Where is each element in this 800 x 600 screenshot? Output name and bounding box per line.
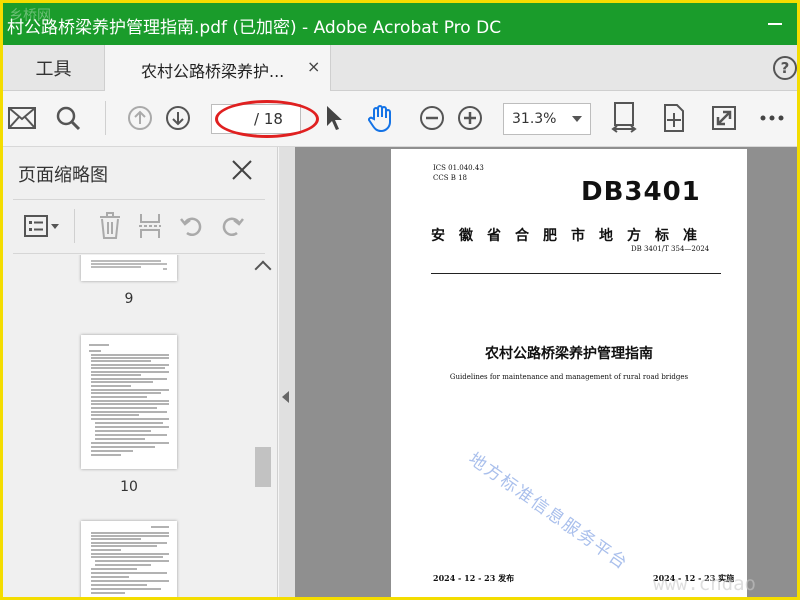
ics-code: ICS 01.040.43 CCS B 18 bbox=[433, 163, 484, 183]
corner-watermark: www.chdao bbox=[653, 573, 756, 595]
rotate-left-icon[interactable] bbox=[177, 211, 207, 241]
thumbnail-label: 9 bbox=[124, 291, 134, 307]
publish-date: 2024 - 12 - 23 发布 bbox=[433, 573, 515, 583]
more-icon[interactable] bbox=[757, 103, 787, 133]
standard-code: DB 3401/T 354—2024 bbox=[631, 245, 710, 253]
chevron-down-icon bbox=[572, 116, 582, 122]
thumbnail-list: 9 10 bbox=[3, 255, 253, 597]
search-icon[interactable] bbox=[53, 103, 83, 133]
help-icon[interactable]: ? bbox=[773, 56, 797, 80]
minimize-button[interactable] bbox=[765, 13, 785, 33]
tab-document[interactable]: 农村公路桥梁养护... × bbox=[105, 45, 331, 91]
document-view[interactable]: ICS 01.040.43 CCS B 18 DB3401 安徽省合肥市地方标准… bbox=[295, 147, 797, 597]
mail-icon[interactable] bbox=[7, 103, 37, 133]
zoom-select[interactable]: 31.3% bbox=[503, 103, 591, 135]
rotate-right-icon[interactable] bbox=[217, 211, 247, 241]
page-up-icon[interactable] bbox=[125, 103, 155, 133]
fit-page-icon[interactable] bbox=[609, 102, 639, 133]
zoom-in-icon[interactable] bbox=[455, 103, 485, 133]
highlight-annotation-oval bbox=[215, 100, 319, 138]
issuer-heading: 安徽省合肥市地方标准 bbox=[431, 228, 711, 244]
thumbnail-toolbar bbox=[3, 203, 278, 249]
thumbnail-options-icon[interactable] bbox=[23, 211, 63, 241]
ccs-line: CCS B 18 bbox=[433, 174, 468, 182]
document-title: 农村公路桥梁养护管理指南 bbox=[485, 346, 653, 362]
insert-page-icon[interactable] bbox=[135, 211, 165, 241]
pdf-page: ICS 01.040.43 CCS B 18 DB3401 安徽省合肥市地方标准… bbox=[391, 149, 747, 597]
pane-title: 页面缩略图 bbox=[18, 165, 108, 186]
page-thumbnails-pane: 页面缩略图 9 10 bbox=[3, 147, 278, 597]
thumbnail-label: 10 bbox=[120, 479, 138, 495]
toolbar: / 18 31.3% bbox=[3, 91, 797, 147]
pane-tools-separator bbox=[74, 209, 75, 243]
thumbnail-page[interactable] bbox=[81, 335, 177, 469]
scroll-up-icon[interactable] bbox=[254, 260, 272, 278]
select-cursor-icon[interactable] bbox=[319, 103, 349, 133]
rotate-page-icon[interactable] bbox=[659, 103, 689, 133]
pane-divider bbox=[13, 199, 265, 200]
tab-document-label: 农村公路桥梁养护... bbox=[141, 62, 285, 81]
title-bar: 乡桥网 村公路桥梁养护管理指南.pdf (已加密) - Adobe Acroba… bbox=[3, 3, 797, 45]
tab-tools[interactable]: 工具 bbox=[3, 45, 105, 91]
thumbnail-page[interactable] bbox=[81, 255, 177, 281]
header-rule bbox=[431, 273, 721, 274]
zoom-value: 31.3% bbox=[512, 111, 557, 127]
toolbar-separator bbox=[105, 101, 106, 135]
document-subtitle: Guidelines for maintenance and managemen… bbox=[449, 373, 689, 381]
thumbnail-page[interactable] bbox=[81, 521, 177, 597]
close-pane-icon[interactable] bbox=[231, 159, 253, 185]
ics-line: ICS 01.040.43 bbox=[433, 164, 484, 172]
window-title: 村公路桥梁养护管理指南.pdf (已加密) - Adobe Acrobat Pr… bbox=[7, 18, 502, 38]
acrobat-window: 乡桥网 村公路桥梁养护管理指南.pdf (已加密) - Adobe Acroba… bbox=[3, 3, 797, 597]
scrollbar-thumb[interactable] bbox=[255, 447, 271, 487]
page-watermark: 地方标准信息服务平台 bbox=[464, 449, 632, 575]
collapse-left-icon bbox=[282, 391, 289, 403]
db-number: DB3401 bbox=[581, 177, 701, 207]
trash-icon[interactable] bbox=[95, 211, 125, 241]
tab-bar: 工具 农村公路桥梁养护... × ? bbox=[3, 45, 797, 91]
close-tab-icon[interactable]: × bbox=[307, 57, 320, 76]
hand-tool-icon[interactable] bbox=[365, 103, 395, 133]
zoom-out-icon[interactable] bbox=[417, 103, 447, 133]
pane-divider bbox=[13, 253, 265, 254]
collapse-pane-handle[interactable] bbox=[279, 147, 295, 597]
fullscreen-icon[interactable] bbox=[709, 103, 739, 133]
page-down-icon[interactable] bbox=[163, 103, 193, 133]
thumbnail-scrollbar[interactable] bbox=[253, 255, 273, 597]
